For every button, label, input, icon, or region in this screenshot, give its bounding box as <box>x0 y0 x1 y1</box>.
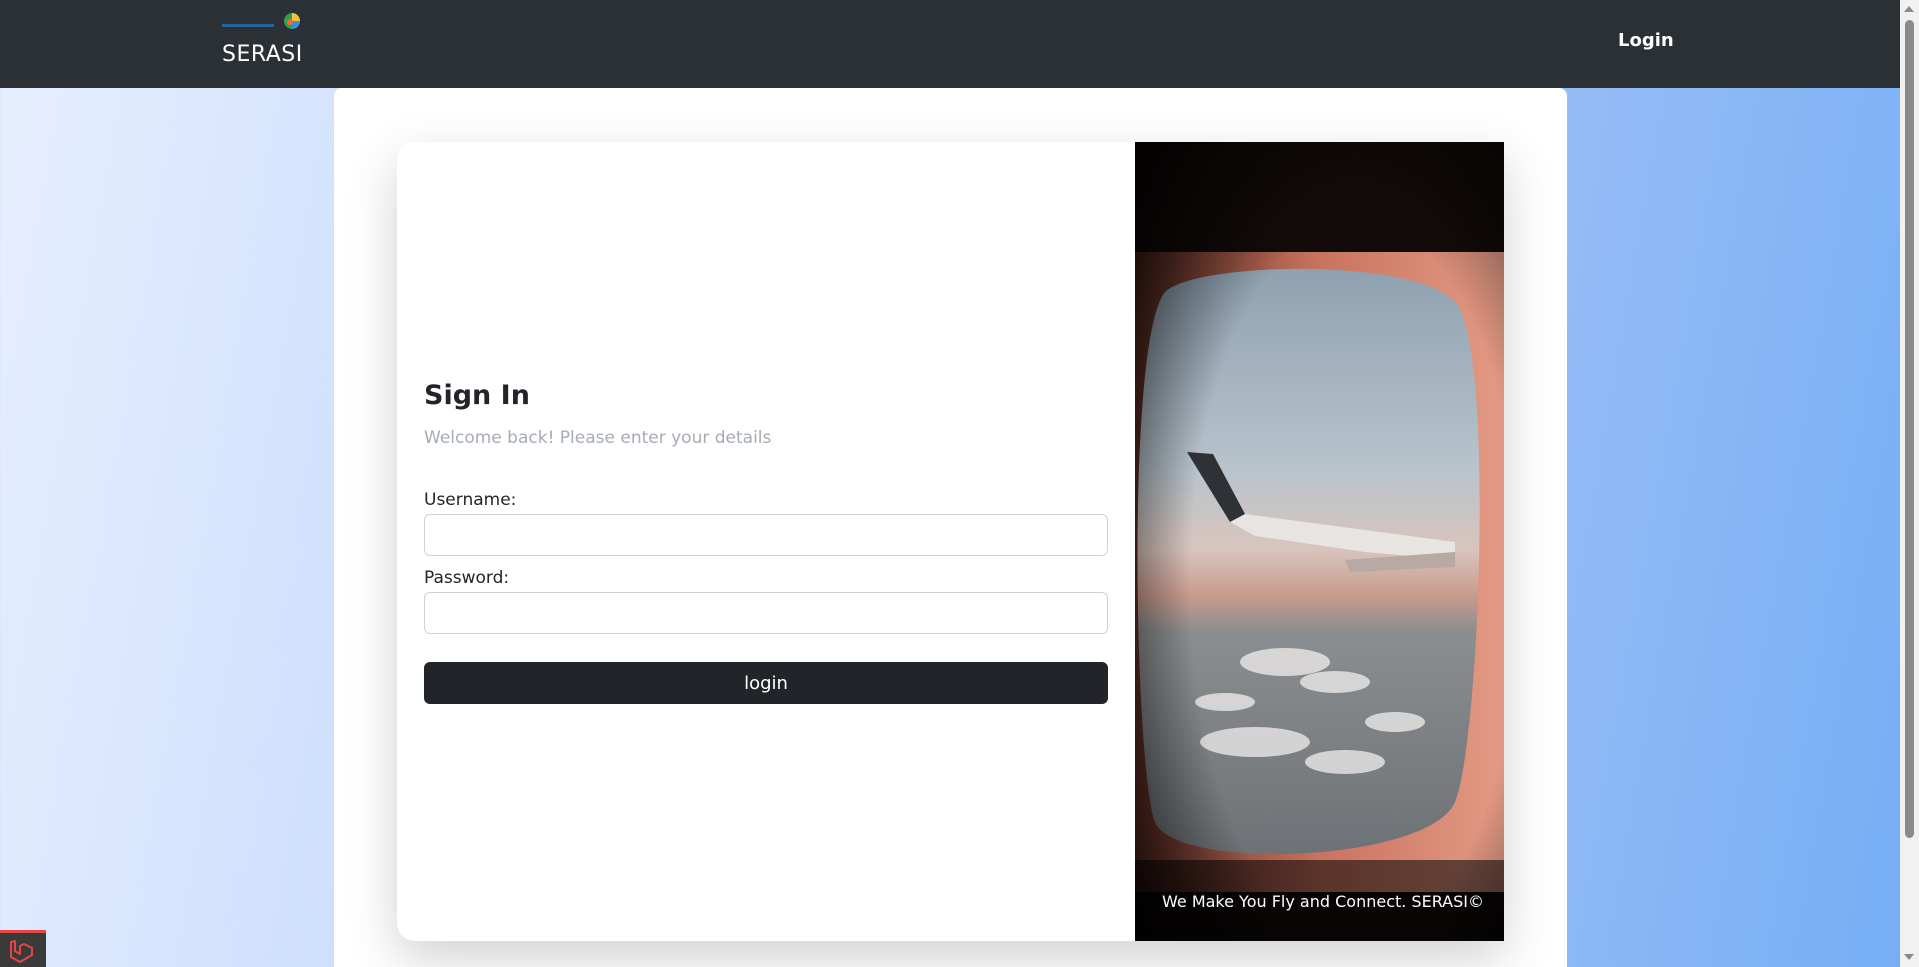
brand[interactable]: SERASI <box>222 11 302 71</box>
password-label: Password: <box>424 568 510 588</box>
password-input[interactable] <box>424 592 1108 634</box>
username-label: Username: <box>424 490 517 510</box>
sign-in-title: Sign In <box>424 380 530 411</box>
login-button[interactable]: login <box>424 662 1108 704</box>
brand-logo-icon <box>222 13 300 29</box>
top-navbar: SERASI Login <box>0 0 1900 88</box>
hero-image-panel: We Make You Fly and Connect. SERASI© <box>1135 142 1504 941</box>
laravel-logo-icon <box>10 940 33 963</box>
airplane-window-photo <box>1135 142 1504 941</box>
nav-login-link[interactable]: Login <box>1618 30 1674 51</box>
login-card: Sign In Welcome back! Please enter your … <box>397 142 1504 941</box>
image-caption: We Make You Fly and Connect. SERASI© <box>1162 892 1484 911</box>
caption-bar: We Make You Fly and Connect. SERASI© <box>1135 860 1504 941</box>
scrollbar-thumb[interactable] <box>1905 20 1914 838</box>
brand-name: SERASI <box>222 42 303 67</box>
scroll-up-icon[interactable] <box>1904 6 1914 12</box>
login-form: Sign In Welcome back! Please enter your … <box>424 142 1108 941</box>
debug-toolbar-button[interactable] <box>0 930 46 967</box>
username-input[interactable] <box>424 514 1108 556</box>
vertical-scrollbar[interactable] <box>1900 0 1919 967</box>
scroll-down-icon[interactable] <box>1904 954 1914 960</box>
sign-in-subtitle: Welcome back! Please enter your details <box>424 428 772 448</box>
